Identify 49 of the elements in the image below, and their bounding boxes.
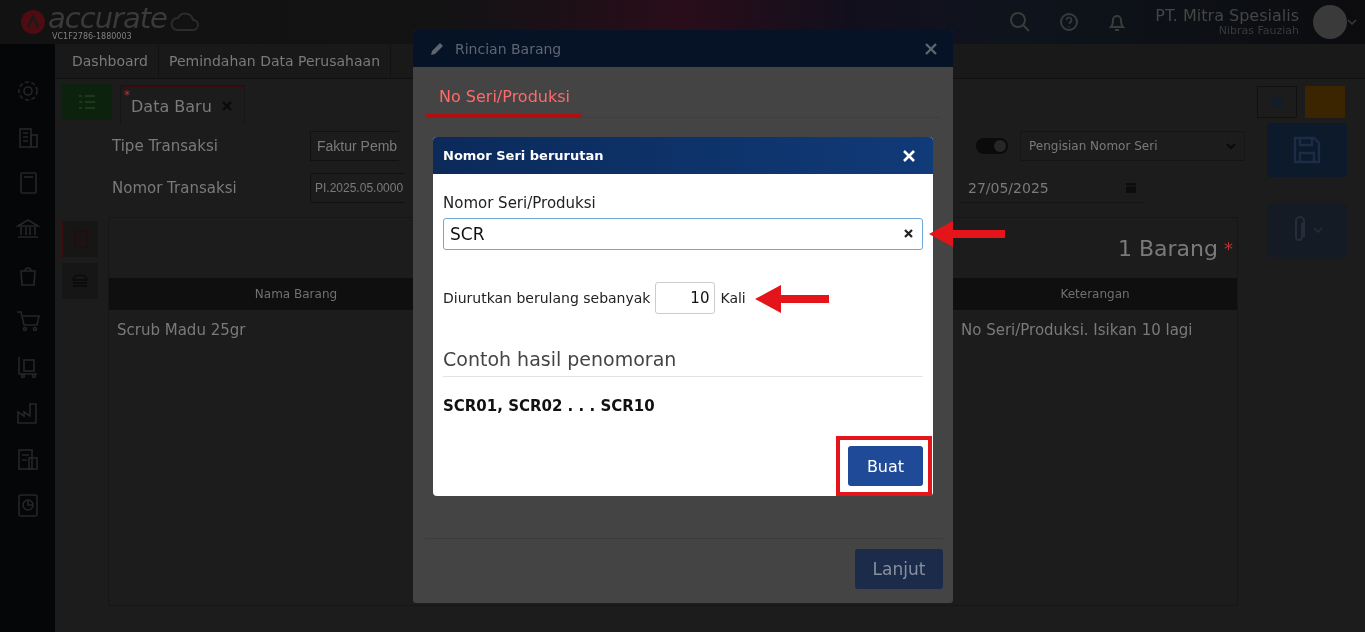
cart-icon[interactable]: [14, 308, 41, 334]
account-id: VC1F2786-1880003: [52, 32, 133, 41]
modified-mark: *: [124, 88, 130, 102]
logo-icon: [20, 9, 46, 35]
settings-button[interactable]: [1257, 86, 1297, 118]
side-tab[interactable]: [62, 221, 98, 257]
cloud-icon: [168, 10, 201, 34]
repeat-label: Diurutkan berulang sebanyak: [443, 290, 651, 306]
unit-label: Kali: [720, 290, 746, 306]
list-icon: [77, 93, 97, 111]
dropdown-value: Pengisian Nomor Seri: [1029, 139, 1158, 153]
example-text: SCR01, SCR02 . . . SCR10: [443, 397, 656, 415]
date-field[interactable]: 27/05/2025: [960, 173, 1145, 203]
caret-icon: [1347, 18, 1357, 26]
clear-icon[interactable]: [904, 229, 913, 238]
dialog-title: Nomor Seri berurutan: [443, 148, 604, 163]
gear-icon: [1270, 95, 1284, 109]
repeat-count-field[interactable]: 10: [655, 282, 716, 314]
next-button[interactable]: Lanjut: [855, 549, 943, 589]
dialog-title: Rincian Barang: [455, 40, 562, 57]
nav-tab[interactable]: Dashboard: [62, 44, 159, 78]
company-name: PT. Mitra Spesialis: [1155, 7, 1299, 25]
field-label: Nomor Seri/Produksi: [443, 194, 597, 212]
section-heading: Contoh hasil penomoran: [443, 348, 923, 377]
document-tab[interactable]: * Data Baru: [120, 85, 245, 125]
table-cell-text: No Seri/Produksi. Isikan 10 lagi: [960, 321, 1194, 339]
list-button[interactable]: [62, 84, 112, 120]
field-label: Nomor Transaksi: [111, 179, 238, 197]
serial-number-field[interactable]: SCR: [443, 218, 923, 250]
toggle-switch[interactable]: [976, 138, 1008, 154]
dialog-tab[interactable]: No Seri/Produksi: [425, 77, 582, 117]
text-field[interactable]: Faktur Pemb: [310, 131, 400, 161]
help-icon[interactable]: [1059, 12, 1080, 32]
required-mark: *: [1224, 237, 1233, 259]
create-button[interactable]: Buat: [848, 446, 923, 486]
user-avatar[interactable]: [1313, 5, 1347, 39]
text-field[interactable]: PI.2025.05.0000: [310, 173, 406, 203]
save-button[interactable]: [1267, 123, 1347, 177]
pencil-icon: [429, 40, 445, 57]
field-label: Tipe Transaksi: [111, 137, 219, 155]
column-header: Keterangan: [1059, 287, 1131, 301]
nav-tab[interactable]: Pemindahan Data Perusahaan: [158, 44, 391, 78]
date-value: 27/05/2025: [968, 179, 1049, 196]
tab-label: Data Baru: [131, 96, 212, 116]
attachment-button[interactable]: [1267, 203, 1347, 257]
search-icon[interactable]: [1009, 11, 1032, 33]
dropdown[interactable]: Pengisian Nomor Seri: [1020, 131, 1245, 161]
table-cell-text: Scrub Madu 25gr: [116, 321, 247, 339]
item-count: 1 Barang: [1118, 235, 1218, 261]
